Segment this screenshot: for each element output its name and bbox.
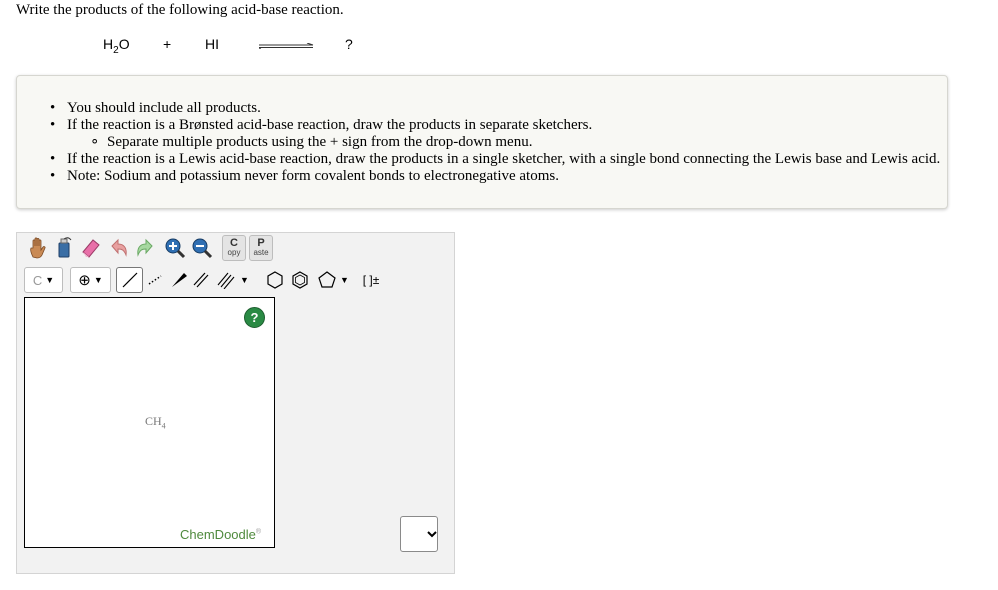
element-selector[interactable]: C ▼ [24,267,63,293]
instruction-subitem: Separate multiple products using the + s… [17,134,947,151]
undo-icon[interactable] [107,235,131,261]
plus-charge-icon: ⊕ [78,272,91,289]
hand-pan-icon[interactable] [26,235,50,261]
cyclohexane-button[interactable] [263,267,287,293]
redo-icon[interactable] [133,235,157,261]
dashed-bond-icon [148,275,162,285]
drawing-canvas[interactable]: ? CH4 ChemDoodle® [24,297,275,548]
zoom-in-icon[interactable] [163,235,187,261]
triple-bond-selector[interactable]: ▼ [213,267,253,293]
single-bond-icon [122,272,137,288]
instruction-item: If the reaction is a Brønsted acid-base … [17,117,947,134]
double-bond-button[interactable] [189,267,213,293]
reactant-hi: HI [205,36,219,52]
reactant-water: H2O [103,36,130,56]
cyclohexane-icon [267,271,283,289]
instructions-list: You should include all products. If the … [17,100,947,185]
chevron-down-icon: ▼ [240,275,249,285]
lasso-select-icon[interactable] [52,235,76,261]
wedge-bond-icon [172,273,187,287]
chevron-down-icon: ▼ [93,275,103,285]
question-text: Write the products of the following acid… [16,2,344,18]
zoom-out-icon[interactable] [190,235,214,261]
benzene-icon [292,271,308,289]
ring-selector[interactable]: ▼ [313,267,353,293]
molecule-label[interactable]: CH4 [145,414,166,430]
paste-label: aste [253,248,269,257]
chevron-down-icon [427,531,437,538]
instruction-item: Note: Sodium and potassium never form co… [17,168,947,185]
copy-button[interactable]: C opy [222,235,246,261]
wedge-bond-button[interactable] [167,267,191,293]
plus-sign: + [163,36,172,52]
chemdoodle-sketcher: C opy P aste C ▼ ⊕ ▼ ▼ ▼ [ ]± ? CH4 Chem… [16,232,455,574]
chevron-down-icon: ▼ [45,275,55,285]
dashed-bond-button[interactable] [143,267,167,293]
instruction-item: If the reaction is a Lewis acid-base rea… [17,151,947,168]
double-bond-icon [193,272,209,288]
triple-bond-icon [217,272,235,289]
help-icon[interactable]: ? [244,307,265,328]
product-separator-dropdown[interactable] [400,516,438,552]
reaction-equation: H2O + HI ? [0,34,998,56]
cyclopentane-icon [318,271,336,288]
benzene-button[interactable] [288,267,312,293]
bracket-charge-label: [ ]± [362,273,380,287]
chemdoodle-logo: ChemDoodle® [180,527,262,542]
bracket-charge-button[interactable]: [ ]± [357,267,385,293]
charge-selector[interactable]: ⊕ ▼ [70,267,111,293]
paste-button[interactable]: P aste [249,235,273,261]
chevron-down-icon: ▼ [340,275,349,285]
instructions-box: You should include all products. If the … [16,75,948,209]
product-placeholder: ? [345,36,353,52]
single-bond-button[interactable] [116,267,143,293]
copy-label: opy [227,248,241,257]
instruction-item: You should include all products. [17,100,947,117]
element-label: C [32,272,43,288]
equilibrium-arrow-icon [259,43,314,49]
eraser-icon[interactable] [79,235,103,261]
